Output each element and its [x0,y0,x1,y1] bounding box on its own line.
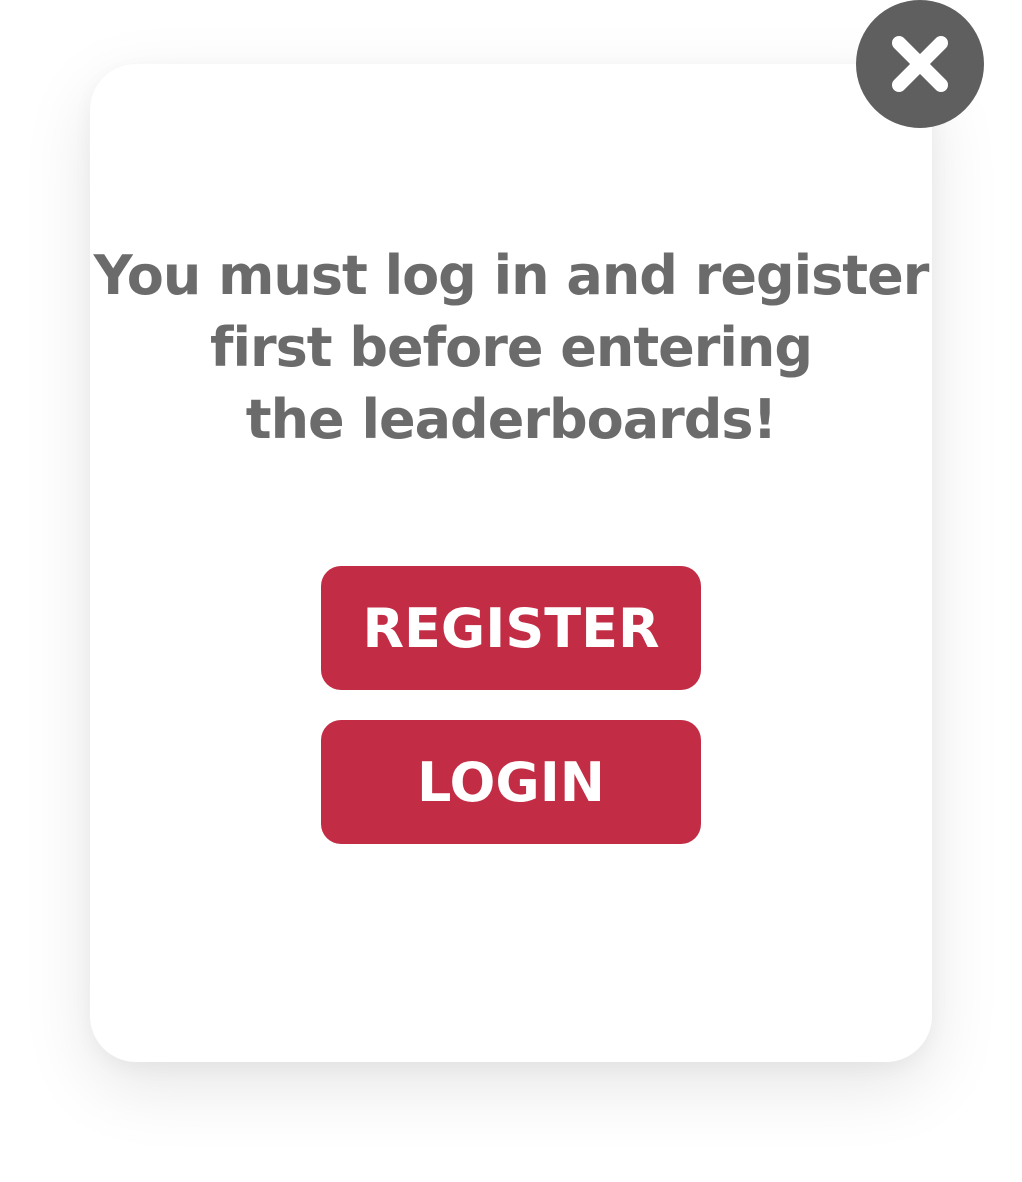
dialog-message: You must log in and register first befor… [93,244,930,451]
register-button[interactable]: REGISTER [321,566,701,690]
close-icon [892,36,948,92]
page: You must log in and register first befor… [0,0,1022,1182]
login-button[interactable]: LOGIN [321,720,701,844]
login-required-dialog [90,64,932,1062]
close-button[interactable] [856,0,984,128]
